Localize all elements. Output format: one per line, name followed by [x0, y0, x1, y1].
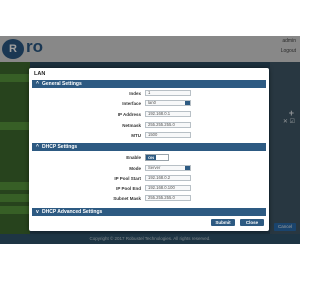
section-title: DHCP Advanced Settings	[42, 209, 103, 215]
ip-address-field[interactable]: 192.168.0.1	[145, 111, 191, 117]
enable-toggle[interactable]: ON	[145, 154, 169, 161]
subnet-mask-field[interactable]: 255.255.255.0	[145, 195, 191, 201]
mtu-label: MTU	[131, 133, 141, 138]
mode-label: Mode	[129, 166, 141, 171]
toggle-state: ON	[146, 155, 156, 160]
mode-select[interactable]: Server	[145, 165, 191, 171]
netmask-label: Netmask	[122, 123, 141, 128]
interface-label: Interface	[122, 101, 141, 106]
ip-pool-start-label: IP Pool Start	[114, 176, 141, 181]
index-label: Index	[129, 91, 141, 96]
chevron-down-icon	[185, 101, 190, 105]
dialog-title: LAN	[34, 71, 46, 77]
index-field[interactable]: 1	[145, 90, 191, 96]
lan-dialog: LAN ^ General Settings Index 1 Interface …	[29, 68, 269, 231]
submit-button[interactable]: Submit	[211, 219, 235, 226]
interface-select[interactable]: lan0	[145, 100, 191, 106]
enable-label: Enable	[126, 155, 141, 160]
subnet-mask-label: Subnet Mask	[113, 196, 141, 201]
interface-value: lan0	[148, 100, 156, 105]
dhcp-settings-header[interactable]: ^ DHCP Settings	[32, 143, 266, 151]
close-button[interactable]: Close	[240, 219, 264, 226]
general-settings-header[interactable]: ^ General Settings	[32, 80, 266, 88]
mode-value: Server	[148, 165, 161, 170]
ip-pool-start-field[interactable]: 192.168.0.2	[145, 175, 191, 181]
chevron-down-icon	[185, 166, 190, 170]
ip-pool-end-field[interactable]: 192.168.0.100	[145, 185, 191, 191]
netmask-field[interactable]: 255.255.255.0	[145, 122, 191, 128]
section-title: General Settings	[42, 81, 82, 87]
ip-pool-end-label: IP Pool End	[116, 186, 141, 191]
mtu-field[interactable]: 1500	[145, 132, 191, 138]
ip-address-label: IP Address	[117, 112, 141, 117]
dhcp-advanced-header[interactable]: v DHCP Advanced Settings	[32, 208, 266, 216]
section-title: DHCP Settings	[42, 144, 78, 150]
